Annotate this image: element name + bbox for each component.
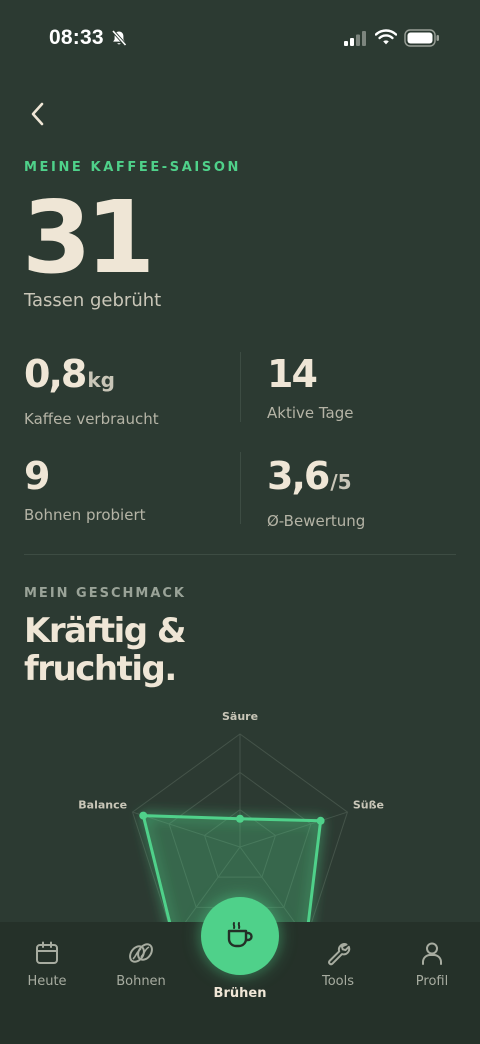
brew-label: Brühen: [213, 986, 267, 1001]
stat-label: Kaffee verbraucht: [24, 410, 159, 428]
divider: [240, 452, 241, 524]
stat-beans-tried: 9 Bohnen probiert: [24, 454, 146, 524]
calendar-icon: [36, 941, 58, 964]
tab-label: Tools: [321, 974, 355, 989]
brew-button[interactable]: [201, 897, 279, 975]
stat-value: 9: [24, 454, 50, 498]
wrench-icon: [328, 943, 351, 966]
radar-data-point: [139, 811, 148, 820]
stat-unit: kg: [87, 368, 115, 392]
cups-count: 31: [22, 179, 155, 296]
stat-avg-rating: 3,6/5 Ø-Bewertung: [267, 454, 365, 530]
tab-bohnen[interactable]: Bohnen: [96, 938, 186, 989]
back-button[interactable]: [22, 98, 54, 130]
user-icon: [422, 942, 442, 965]
tab-profil[interactable]: Profil: [387, 938, 477, 989]
status-bar: 08:33: [0, 0, 480, 80]
cups-caption: Tassen gebrüht: [24, 290, 162, 311]
taste-title-line: Kräftig &: [24, 611, 187, 651]
tab-tools[interactable]: Tools: [293, 938, 383, 989]
stat-label: Ø-Bewertung: [267, 512, 366, 530]
wifi-icon: [374, 28, 398, 50]
radar-axis-label: Säure: [222, 710, 258, 723]
stat-label: Aktive Tage: [267, 404, 354, 422]
stat-active-days: 14 Aktive Tage: [267, 352, 354, 422]
battery-icon: [404, 29, 440, 51]
coffee-beans-icon: [129, 943, 153, 963]
taste-section-label: MEIN GESCHMACK: [24, 586, 187, 601]
radar-axis-label: Süße: [353, 798, 384, 811]
stat-unit: /5: [330, 470, 352, 494]
tab-heute[interactable]: Heute: [2, 938, 92, 989]
coffee-cup-icon: [227, 922, 253, 948]
stat-value: 3,6: [267, 454, 330, 498]
tab-label: Profil: [415, 974, 449, 989]
season-label: MEINE KAFFEE-SAISON: [24, 160, 241, 175]
radar-data-point: [236, 814, 244, 823]
stat-label: Bohnen probiert: [24, 506, 146, 524]
bell-slash-icon: [110, 29, 128, 51]
stat-coffee-used: 0,8 kg Kaffee verbraucht: [24, 352, 159, 428]
signal-icon: [344, 30, 368, 50]
taste-title-line: fruchtig.: [24, 649, 177, 689]
radar-axis-label: Balance: [78, 798, 127, 811]
tab-label: Bohnen: [116, 974, 166, 989]
stat-value: 0,8: [24, 352, 87, 396]
stat-value: 14: [267, 352, 318, 396]
tab-label: Heute: [27, 974, 67, 989]
chevron-left-icon: [31, 102, 44, 126]
radar-data-point: [316, 816, 325, 825]
status-time: 08:33: [49, 26, 104, 49]
divider: [240, 352, 241, 422]
divider: [24, 554, 456, 555]
taste-title: Kräftig & fruchtig.: [24, 611, 187, 689]
